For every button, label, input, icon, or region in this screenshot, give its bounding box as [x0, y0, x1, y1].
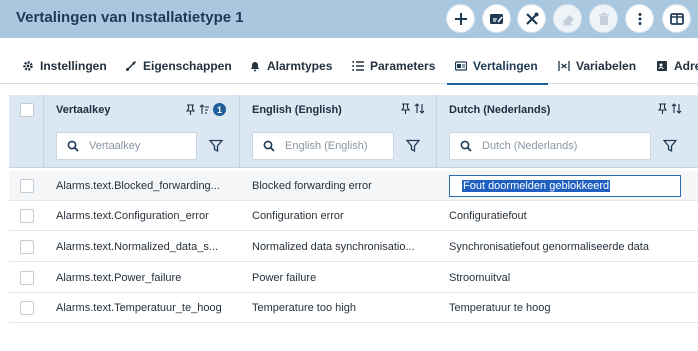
selected-text: Fout doormelden geblokkeerd: [462, 180, 611, 192]
tab-instellingen[interactable]: Instellingen: [22, 47, 107, 84]
pin-icon[interactable]: [657, 103, 668, 114]
trash-icon: [598, 12, 609, 25]
tab-variabelen[interactable]: Variabelen: [558, 47, 636, 84]
search-icon: [263, 140, 275, 152]
filter-vertaalkey-input[interactable]: [89, 140, 196, 152]
cell-key: Alarms.text.Configuration_error: [56, 210, 209, 222]
bell-icon: [251, 61, 259, 71]
delete-button[interactable]: [589, 4, 618, 33]
filter-funnel-icon[interactable]: [209, 139, 223, 153]
cell-dutch: Configuratiefout: [449, 210, 527, 222]
tools-icon: [525, 12, 538, 25]
cell-key: Alarms.text.Temperatuur_te_hoog: [56, 302, 222, 314]
filter-dutch-input[interactable]: [482, 140, 650, 152]
row-checkbox[interactable]: [20, 301, 34, 315]
edit-icon: [489, 13, 503, 24]
eraser-icon: [562, 14, 574, 26]
cell-dutch-edit-input[interactable]: Fout doormelden geblokkeerd: [449, 175, 681, 197]
cell-key: Alarms.text.Power_failure: [56, 272, 182, 284]
column-header-tools: 1: [185, 103, 226, 116]
sort-ascending-icon[interactable]: [199, 104, 210, 115]
brush-icon: [126, 60, 136, 71]
columns-icon: [669, 12, 684, 25]
variable-icon: [558, 60, 570, 71]
tab-vertalingen[interactable]: Vertalingen: [447, 47, 548, 85]
list-icon: [352, 60, 364, 71]
edit-button[interactable]: [482, 4, 511, 33]
filter-english-input[interactable]: [285, 140, 393, 152]
cell-english: Temperature too high: [252, 302, 356, 314]
cell-english: Power failure: [252, 272, 317, 284]
column-header-tools: [400, 103, 425, 114]
cell-english: Configuration error: [252, 210, 344, 222]
tab-label: Vertalingen: [473, 58, 538, 73]
filter-funnel-icon[interactable]: [663, 139, 677, 153]
columns-button[interactable]: [662, 4, 691, 33]
plus-icon: [454, 12, 467, 25]
column-header-dutch[interactable]: Dutch (Nederlands): [449, 104, 550, 116]
cell-english: Normalized data synchronisatio...: [252, 241, 415, 253]
column-header-vertaalkey[interactable]: Vertaalkey: [56, 104, 110, 116]
cell-dutch: Synchronisatiefout genormaliseerde data: [449, 241, 649, 253]
cell-key: Alarms.text.Normalized_data_s...: [56, 241, 219, 253]
column-separator[interactable]: [436, 95, 437, 168]
tab-parameters[interactable]: Parameters: [352, 47, 435, 84]
address-icon: [657, 60, 667, 71]
cell-english: Blocked forwarding error: [252, 180, 372, 192]
filter-dutch[interactable]: [449, 132, 651, 160]
column-separator[interactable]: [239, 95, 240, 168]
tools-button[interactable]: [517, 4, 546, 33]
cell-key: Alarms.text.Blocked_forwarding...: [56, 180, 220, 192]
tab-label: Variabelen: [576, 58, 637, 73]
filter-vertaalkey[interactable]: [56, 132, 197, 160]
cell-dutch: Stroomuitval: [449, 272, 511, 284]
row-checkbox[interactable]: [20, 179, 34, 193]
more-vertical-icon: [638, 12, 641, 25]
row-checkbox[interactable]: [20, 209, 34, 223]
tab-label: Instellingen: [40, 58, 107, 73]
page-header: Vertalingen van Installatietype 1: [0, 0, 698, 38]
tab-label: Adre: [674, 58, 698, 73]
more-button[interactable]: [625, 4, 654, 33]
pin-icon[interactable]: [185, 104, 196, 115]
gear-icon: [23, 60, 33, 71]
search-icon: [460, 140, 472, 152]
filter-funnel-icon[interactable]: [406, 139, 420, 153]
sort-icon[interactable]: [671, 103, 682, 114]
add-button[interactable]: [446, 4, 475, 33]
column-header-english[interactable]: English (English): [252, 104, 342, 116]
sort-order-badge: 1: [213, 103, 226, 116]
tab-alarmtypes[interactable]: Alarmtypes: [249, 47, 332, 84]
translate-icon: [455, 60, 467, 71]
column-separator: [43, 95, 44, 168]
page-title: Vertalingen van Installatietype 1: [16, 9, 244, 26]
erase-button[interactable]: [553, 4, 582, 33]
tab-label: Alarmtypes: [267, 58, 333, 73]
tab-bar: Instellingen Eigenschappen Alarmtypes Pa…: [0, 47, 698, 85]
cell-dutch: Temperatuur te hoog: [449, 302, 551, 314]
column-header-tools: [657, 103, 682, 114]
sort-icon[interactable]: [414, 103, 425, 114]
pin-icon[interactable]: [400, 103, 411, 114]
select-all-checkbox[interactable]: [20, 103, 34, 117]
filter-english[interactable]: [252, 132, 394, 160]
row-checkbox[interactable]: [20, 240, 34, 254]
row-checkbox[interactable]: [20, 271, 34, 285]
tab-label: Parameters: [370, 58, 436, 73]
tab-label: Eigenschappen: [143, 58, 232, 73]
tab-adre[interactable]: Adre: [656, 47, 698, 84]
search-icon: [67, 140, 79, 152]
tab-eigenschappen[interactable]: Eigenschappen: [125, 47, 232, 84]
